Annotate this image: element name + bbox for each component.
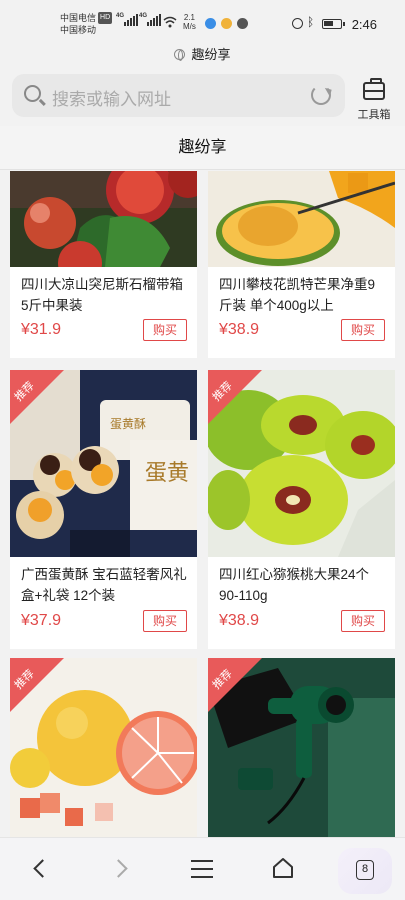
product-image: 蛋黄 蛋黄酥 推荐 xyxy=(10,370,197,557)
app-notification-icon xyxy=(221,18,232,29)
chevron-right-icon xyxy=(109,859,128,878)
battery-icon xyxy=(322,19,345,29)
svg-text:蛋黄酥: 蛋黄酥 xyxy=(110,417,146,431)
address-bar-row: 搜索或输入网址 工具箱 xyxy=(0,72,405,126)
carrier-1: 中国电信 xyxy=(60,13,97,23)
toolbox-button[interactable]: 工具箱 xyxy=(352,74,396,122)
network-type-1: 4G xyxy=(116,13,125,19)
home-icon xyxy=(273,858,293,878)
bottom-navigation: 8 xyxy=(0,837,405,900)
product-image: 推荐 xyxy=(10,658,197,837)
product-card[interactable]: 蛋黄 蛋黄酥 推荐 广西蛋黄酥 宝石蓝轻奢风礼盒+礼袋 12个装 ¥37.9 购… xyxy=(10,370,197,649)
refresh-icon[interactable] xyxy=(311,85,331,105)
product-price: ¥38.9 xyxy=(219,612,260,629)
site-name: 趣纷享 xyxy=(191,47,231,62)
product-card[interactable]: 四川攀枝花凯特芒果净重9斤装 单个400g以上 ¥38.9 购买 xyxy=(208,171,395,358)
wechat-icon xyxy=(237,18,248,29)
bluetooth-icon: ᛒ xyxy=(307,15,315,29)
network-type-2: 4G xyxy=(139,13,148,19)
product-image xyxy=(10,171,197,267)
menu-button[interactable] xyxy=(172,838,232,900)
product-image xyxy=(208,171,395,267)
recommend-badge: 推荐 xyxy=(208,658,262,712)
product-title: 四川大凉山突尼斯石榴带箱5斤中果装 xyxy=(21,277,183,313)
recommend-badge: 推荐 xyxy=(208,370,262,424)
status-bar: 中国电信 HD 中国移动 4G 4G 2.1 M/s ᛒ 2:46 xyxy=(0,0,405,44)
buy-button[interactable]: 购买 xyxy=(341,610,385,632)
product-price: ¥38.9 xyxy=(219,321,260,338)
product-card[interactable]: 四川大凉山突尼斯石榴带箱5斤中果装 ¥31.9 购买 xyxy=(10,171,197,358)
carrier-2: 中国移动 xyxy=(60,25,97,35)
tabs-button[interactable]: 8 xyxy=(338,848,392,894)
product-grid: 四川大凉山突尼斯石榴带箱5斤中果装 ¥31.9 购买 四川攀枝花凯特芒果净重9斤… xyxy=(0,171,405,837)
signal-icon xyxy=(147,14,161,26)
toolbox-icon xyxy=(363,78,385,100)
product-card[interactable]: 推荐 xyxy=(208,658,395,837)
alarm-icon xyxy=(292,18,303,29)
home-button[interactable] xyxy=(253,838,313,900)
page-title: 趣纷享 xyxy=(0,126,405,170)
tab-count: 8 xyxy=(356,860,374,880)
product-title: 四川攀枝花凯特芒果净重9斤装 单个400g以上 xyxy=(219,277,376,313)
product-image: 推荐 xyxy=(208,370,395,557)
search-placeholder: 搜索或输入网址 xyxy=(52,90,171,109)
carrier-info: 中国电信 HD 中国移动 xyxy=(60,12,113,36)
buy-button[interactable]: 购买 xyxy=(341,319,385,341)
clock: 2:46 xyxy=(351,17,377,32)
forward-button[interactable] xyxy=(92,838,152,900)
hd-badge: HD xyxy=(98,12,113,24)
back-button[interactable] xyxy=(10,838,70,900)
buy-button[interactable]: 购买 xyxy=(143,610,187,632)
chevron-left-icon xyxy=(33,859,52,878)
product-price: ¥37.9 xyxy=(21,612,62,629)
signal-icon xyxy=(124,14,138,26)
globe-icon xyxy=(174,49,186,61)
recommend-badge: 推荐 xyxy=(10,658,64,712)
site-title-bar: 趣纷享 xyxy=(0,44,405,70)
product-price: ¥31.9 xyxy=(21,321,62,338)
product-card[interactable]: 推荐 四川红心猕猴桃大果24个90-110g ¥38.9 购买 xyxy=(208,370,395,649)
product-title: 广西蛋黄酥 宝石蓝轻奢风礼盒+礼袋 12个装 xyxy=(21,567,187,603)
menu-icon xyxy=(191,860,213,878)
product-image: 推荐 xyxy=(208,658,395,837)
toolbox-label: 工具箱 xyxy=(357,109,391,121)
search-icon xyxy=(24,85,41,102)
product-title: 四川红心猕猴桃大果24个90-110g xyxy=(219,567,370,603)
app-notification-icon xyxy=(205,18,216,29)
recommend-badge: 推荐 xyxy=(10,370,64,424)
buy-button[interactable]: 购买 xyxy=(143,319,187,341)
svg-text:蛋黄: 蛋黄 xyxy=(145,461,189,486)
network-speed: 2.1 M/s xyxy=(183,13,196,31)
search-input[interactable]: 搜索或输入网址 xyxy=(12,74,345,117)
wifi-icon xyxy=(163,16,177,28)
product-card[interactable]: 推荐 xyxy=(10,658,197,837)
